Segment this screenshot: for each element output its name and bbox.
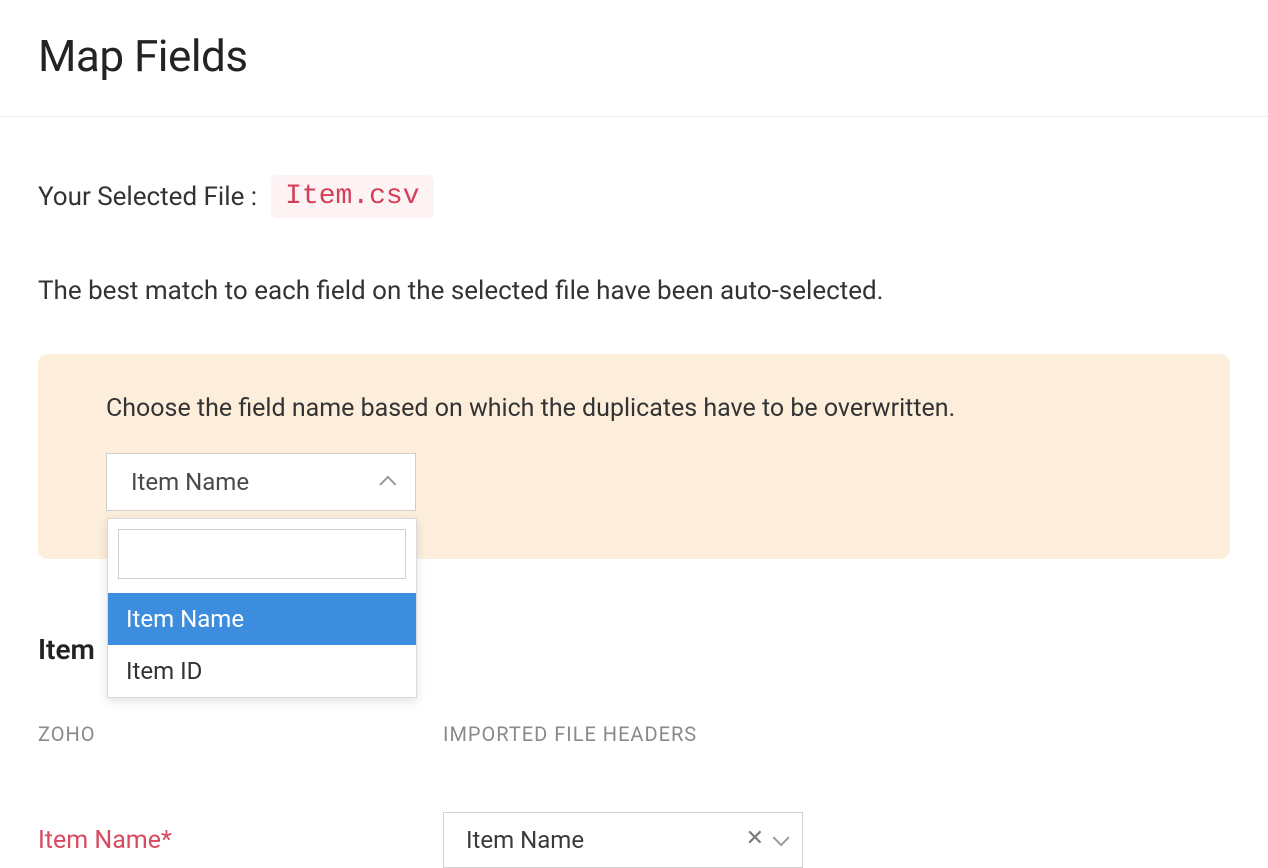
auto-select-hint: The best match to each field on the sele… [38, 276, 1230, 306]
mapping-field-label: Item Name* [38, 826, 443, 855]
page-title: Map Fields [38, 30, 1230, 82]
clear-icon[interactable]: ✕ [746, 828, 764, 850]
chevron-down-icon [772, 833, 786, 847]
mapping-row: Item Name* Item Name ✕ [38, 812, 1230, 868]
duplicate-field-select[interactable]: Item Name [106, 453, 416, 511]
duplicate-field-dropdown: Item Name Item ID [107, 518, 417, 698]
dropdown-search-input[interactable] [118, 529, 406, 579]
dropdown-option-item-id[interactable]: Item ID [108, 645, 416, 697]
dropdown-options-list: Item Name Item ID [108, 593, 416, 697]
column-header-imported: IMPORTED FILE HEADERS [443, 722, 697, 746]
mapping-column-headers: ZOHO IMPORTED FILE HEADERS [38, 722, 1230, 746]
selected-file-name: Item.csv [271, 175, 433, 218]
mapping-value-text: Item Name [466, 826, 584, 854]
duplicate-panel-label: Choose the field name based on which the… [106, 394, 1162, 423]
dropdown-option-item-name[interactable]: Item Name [108, 593, 416, 645]
mapping-value-select[interactable]: Item Name ✕ [443, 812, 803, 868]
column-header-zoho: ZOHO [38, 722, 443, 746]
divider [0, 116, 1268, 117]
chevron-up-icon [383, 475, 397, 489]
duplicate-field-select-value: Item Name [131, 468, 249, 496]
selected-file-row: Your Selected File : Item.csv [38, 175, 1230, 218]
selected-file-label: Your Selected File : [38, 182, 257, 212]
